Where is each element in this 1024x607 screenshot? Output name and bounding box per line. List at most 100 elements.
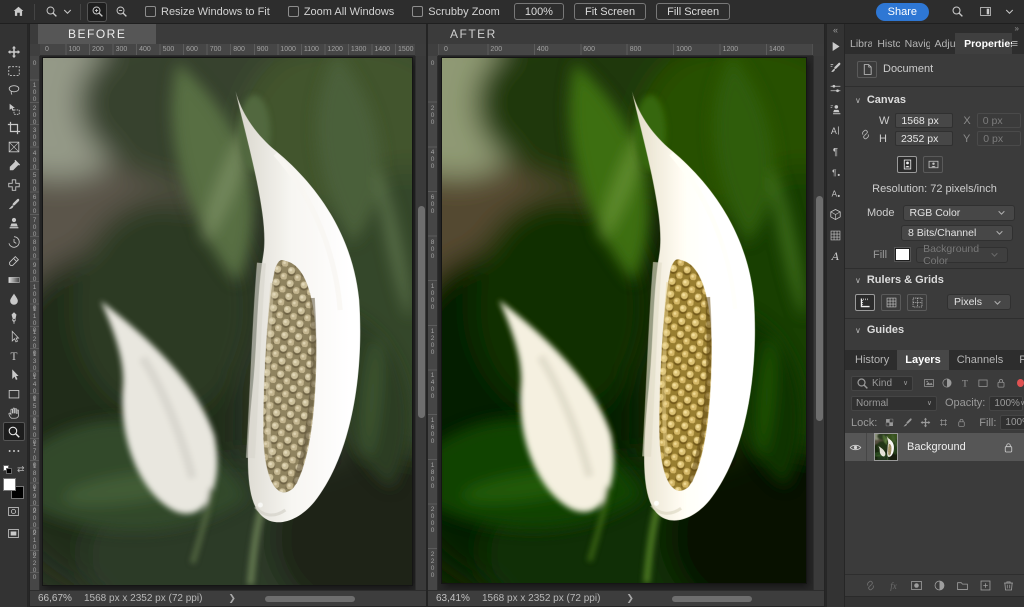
brush-tool[interactable] [3,194,25,213]
tab-adjustments[interactable]: Adju [930,33,956,54]
vertical-ruler[interactable]: 0200400600800100012001400160018002000220… [428,56,438,590]
guides-header[interactable]: ∨ Guides [845,322,1024,338]
tab-history[interactable]: History [845,350,897,370]
tool-preset-chevron-icon[interactable] [61,2,74,22]
collapse-chevron-icon[interactable]: ∨ [855,326,861,335]
clone-stamp-tool[interactable] [3,213,25,232]
horizontal-scrollbar-thumb[interactable] [265,596,355,602]
delete-layer-button[interactable] [1000,578,1016,594]
checkbox-box[interactable] [145,6,156,17]
expand-panels-icon[interactable]: « [833,24,838,36]
collapse-chevron-icon[interactable]: ∨ [855,96,861,105]
frame-tool[interactable] [3,137,25,156]
tab-layers[interactable]: Layers [897,350,948,370]
tab-libraries[interactable]: Libra [845,33,872,54]
filter-type-layers-icon[interactable]: T [957,376,973,390]
eyedropper-tool[interactable] [3,156,25,175]
scrollbar-thumb[interactable] [816,196,823,421]
panel-brush-settings-icon[interactable] [826,57,845,78]
scrubby-zoom-checkbox[interactable]: Scrubby Zoom [412,6,500,18]
landscape-orientation-button[interactable] [923,156,943,173]
layer-name[interactable]: Background [907,441,966,453]
path-selection-tool[interactable] [3,327,25,346]
lasso-tool[interactable] [3,80,25,99]
width-field[interactable]: 1568 px [895,113,953,128]
photo-after[interactable] [442,58,806,583]
zoom-level-button[interactable]: 100% [514,3,564,20]
horizontal-ruler[interactable]: 0200400600800100012001400 [438,44,813,56]
rectangular-marquee-tool[interactable] [3,61,25,80]
layer-thumbnail[interactable] [875,434,897,460]
panel-actions-icon[interactable] [826,36,845,57]
workspace-icon[interactable] [975,2,995,22]
pen-tool[interactable] [3,308,25,327]
opacity-value[interactable]: 100% ∨ [989,396,1023,411]
tab-navigator[interactable]: Navig [900,33,930,54]
new-group-button[interactable] [954,578,970,594]
layer-row-background[interactable]: Background [845,433,1024,461]
resize-windows-checkbox[interactable]: Resize Windows to Fit [145,6,270,18]
blend-mode-dropdown[interactable]: Normal ∨ [851,396,937,411]
height-field[interactable]: 2352 px [895,131,953,146]
lock-all-icon[interactable] [953,416,969,430]
panel-menu-icon[interactable]: ≡ [1012,33,1024,54]
lock-transparency-icon[interactable] [881,416,897,430]
checkbox-box[interactable] [288,6,299,17]
bit-depth-dropdown[interactable]: 8 Bits/Channel [901,225,1013,241]
color-mode-dropdown[interactable]: RGB Color [903,205,1015,221]
workspace-chevron-icon[interactable] [1003,2,1016,22]
home-icon[interactable] [8,2,28,22]
vertical-ruler[interactable]: 0100200300400500600700800900100011001200… [30,56,40,590]
pixel-grid-toggle-icon[interactable] [907,294,927,311]
horizontal-scrollbar-thumb[interactable] [672,596,752,602]
document-canvas[interactable] [438,56,813,590]
document-titlebar[interactable]: BEFORE [30,24,426,44]
ruler-origin[interactable] [428,44,438,56]
panel-character-styles-icon[interactable]: A [826,183,845,204]
collapse-panels-icon[interactable]: » [845,24,1024,33]
rulers-toggle-icon[interactable] [855,294,875,311]
filter-pixel-layers-icon[interactable] [921,376,937,390]
units-dropdown[interactable]: Pixels [947,294,1011,310]
zoom-all-windows-checkbox[interactable]: Zoom All Windows [288,6,394,18]
new-adjustment-layer-button[interactable] [931,578,947,594]
crop-tool[interactable] [3,118,25,137]
zoom-tool-icon[interactable] [41,2,61,22]
fill-value[interactable]: 100% ∨ [1000,415,1024,430]
foreground-background-swatches[interactable] [3,478,24,499]
canvas-section-header[interactable]: ∨ Canvas [845,92,1024,108]
tab-properties[interactable]: Properties [955,33,1011,54]
tab-paths[interactable]: Paths [1011,350,1024,370]
vertical-scrollbar[interactable] [813,56,824,590]
direct-selection-tool[interactable] [3,365,25,384]
zoom-percentage[interactable]: 66,67% [38,593,84,604]
lock-position-icon[interactable] [917,416,933,430]
filter-adjustment-layers-icon[interactable] [939,376,955,390]
new-layer-button[interactable] [977,578,993,594]
zoom-in-button[interactable] [87,2,107,22]
checkbox-box[interactable] [412,6,423,17]
fill-screen-button[interactable]: Fill Screen [656,3,730,20]
panel-glyphs-icon[interactable]: A [826,246,845,267]
search-icon[interactable] [947,2,967,22]
collapse-chevron-icon[interactable]: ∨ [855,276,861,285]
panel-materials-icon[interactable] [826,204,845,225]
panel-clone-source-icon[interactable] [826,99,845,120]
edit-toolbar-tool[interactable] [3,441,25,460]
zoom-tool[interactable] [3,422,25,441]
gradient-tool[interactable] [3,270,25,289]
document-tab[interactable]: BEFORE [38,24,156,44]
kind-filter-dropdown[interactable]: Kind ∨ [851,376,913,391]
status-chevron-icon[interactable]: ❯ [228,593,236,604]
quick-mask-button[interactable] [3,502,25,521]
panel-character-icon[interactable]: A [826,120,845,141]
swap-colors-icon[interactable]: ⇄ [17,464,25,475]
foreground-color-swatch[interactable] [3,478,16,491]
layer-visibility-eye-icon[interactable] [845,433,867,461]
move-tool[interactable] [3,42,25,61]
rulers-grids-header[interactable]: ∨ Rulers & Grids [845,272,1024,288]
grid-toggle-icon[interactable] [881,294,901,311]
tab-histogram[interactable]: Histc [872,33,899,54]
tab-channels[interactable]: Channels [949,350,1011,370]
fit-screen-button[interactable]: Fit Screen [574,3,646,20]
